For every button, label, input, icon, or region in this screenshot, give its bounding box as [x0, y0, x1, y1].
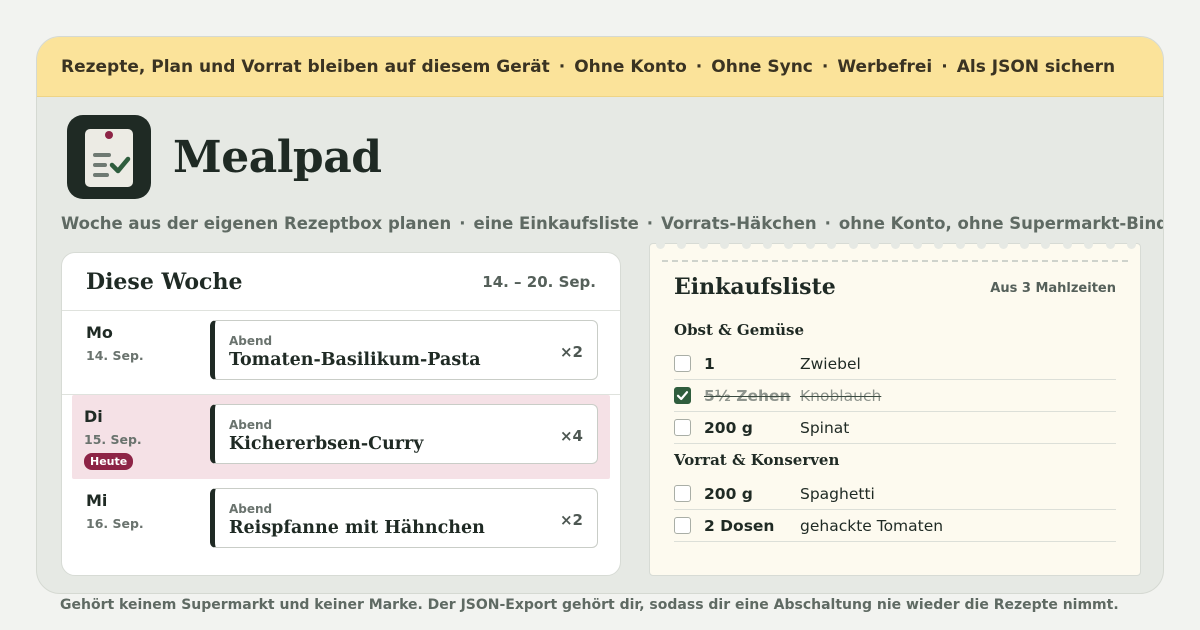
notepad-holes	[656, 240, 1136, 250]
item-name: Zwiebel	[800, 354, 861, 373]
tagline-item: Woche aus der eigenen Rezeptbox planen	[61, 214, 452, 233]
clipboard-check-icon	[67, 115, 151, 199]
perforation-line	[662, 260, 1128, 262]
footer-note: Gehört keinem Supermarkt und keiner Mark…	[60, 597, 1119, 613]
meal-card[interactable]: Abend Tomaten-Basilikum-Pasta ×2	[210, 320, 598, 380]
week-range: 14. – 20. Sep.	[482, 272, 596, 291]
tagline-item: Vorrats-Häkchen	[661, 214, 817, 233]
privacy-banner: Rezepte, Plan und Vorrat bleiben auf die…	[37, 37, 1163, 97]
shopping-source: Aus 3 Mahlzeiten	[990, 281, 1116, 296]
today-badge: Heute	[84, 453, 134, 470]
meal-slot-label: Abend	[229, 334, 273, 348]
day-row-di: Di 15. Sep. Heute Abend Kichererbsen-Cur…	[72, 395, 610, 479]
item-quantity: 200 g	[704, 418, 753, 437]
shopping-items: Obst & Gemüse 1 Zwiebel 5½ Zehen Knoblau…	[674, 320, 1116, 542]
meal-servings: ×2	[559, 343, 583, 361]
checkbox[interactable]	[674, 485, 691, 502]
item-name: Knoblauch	[800, 386, 882, 405]
meal-name: Reispfanne mit Hähnchen	[229, 518, 485, 538]
day-date: 15. Sep.	[84, 432, 142, 447]
item-quantity: 2 Dosen	[704, 516, 775, 535]
meal-name: Tomaten-Basilikum-Pasta	[229, 350, 481, 370]
tagline-item: ohne Konto, ohne Supermarkt-Bindung	[838, 214, 1163, 233]
tagline: Woche aus der eigenen Rezeptbox planen · e…	[61, 214, 1163, 233]
list-item[interactable]: 200 g Spaghetti	[674, 478, 1116, 510]
item-name: Spaghetti	[800, 484, 875, 503]
category-heading: Vorrat & Konserven	[674, 451, 840, 469]
list-item[interactable]: 5½ Zehen Knoblauch	[674, 380, 1116, 412]
banner-item: Als JSON sichern	[956, 56, 1116, 77]
day-date: 14. Sep.	[86, 348, 144, 363]
meal-name: Kichererbsen-Curry	[229, 434, 424, 454]
day-info: Mo 14. Sep.	[86, 323, 144, 363]
list-item[interactable]: 1 Zwiebel	[674, 348, 1116, 380]
meal-servings: ×2	[559, 511, 583, 529]
category-heading: Obst & Gemüse	[674, 321, 805, 339]
day-info: Mi 16. Sep.	[86, 491, 144, 531]
week-title: Diese Woche	[86, 268, 243, 295]
shopping-list-panel: Einkaufsliste Aus 3 Mahlzeiten Obst & Ge…	[649, 240, 1141, 576]
week-header: Diese Woche 14. – 20. Sep.	[62, 253, 620, 311]
checkbox[interactable]	[674, 517, 691, 534]
separator-dot: ·	[695, 56, 703, 77]
item-name: Spinat	[800, 418, 850, 437]
separator-dot: ·	[558, 56, 566, 77]
meal-card[interactable]: Abend Reispfanne mit Hähnchen ×2	[210, 488, 598, 548]
separator-dot: ·	[459, 214, 466, 233]
day-name: Di	[84, 407, 103, 426]
list-item[interactable]: 2 Dosen gehackte Tomaten	[674, 510, 1116, 542]
list-item[interactable]: 200 g Spinat	[674, 412, 1116, 444]
item-quantity: 200 g	[704, 484, 753, 503]
day-info: Di 15. Sep. Heute	[84, 407, 142, 470]
item-name: gehackte Tomaten	[800, 516, 944, 535]
item-quantity: 5½ Zehen	[704, 386, 791, 405]
checkbox[interactable]	[674, 387, 691, 404]
checkbox[interactable]	[674, 355, 691, 372]
day-name: Mi	[86, 491, 108, 510]
shopping-title: Einkaufsliste	[674, 274, 836, 300]
week-plan-panel: Diese Woche 14. – 20. Sep. Mo 14. Sep. A…	[61, 252, 621, 576]
meal-card[interactable]: Abend Kichererbsen-Curry ×4	[210, 404, 598, 464]
app-title: Mealpad	[173, 131, 382, 183]
checkbox[interactable]	[674, 419, 691, 436]
separator-dot: ·	[824, 214, 831, 233]
day-date: 16. Sep.	[86, 516, 144, 531]
brand: Mealpad	[67, 115, 382, 199]
separator-dot: ·	[941, 56, 948, 77]
day-row-mi: Mi 16. Sep. Abend Reispfanne mit Hähnche…	[62, 479, 620, 563]
banner-item: Ohne Sync	[711, 56, 813, 77]
checkmark-icon	[676, 391, 689, 401]
meal-slot-label: Abend	[229, 418, 273, 432]
separator-dot: ·	[646, 214, 654, 233]
separator-dot: ·	[821, 56, 829, 77]
meal-slot-label: Abend	[229, 502, 273, 516]
banner-item: Werbefrei	[837, 56, 933, 77]
hero-card: Rezepte, Plan und Vorrat bleiben auf die…	[36, 36, 1164, 594]
banner-item: Ohne Konto	[574, 56, 687, 77]
banner-item: Rezepte, Plan und Vorrat bleiben auf die…	[61, 56, 550, 77]
tagline-item: eine Einkaufsliste	[473, 214, 639, 233]
meal-servings: ×4	[559, 427, 583, 445]
day-name: Mo	[86, 323, 113, 342]
day-row-mo: Mo 14. Sep. Abend Tomaten-Basilikum-Past…	[62, 311, 620, 395]
item-quantity: 1	[704, 354, 715, 373]
